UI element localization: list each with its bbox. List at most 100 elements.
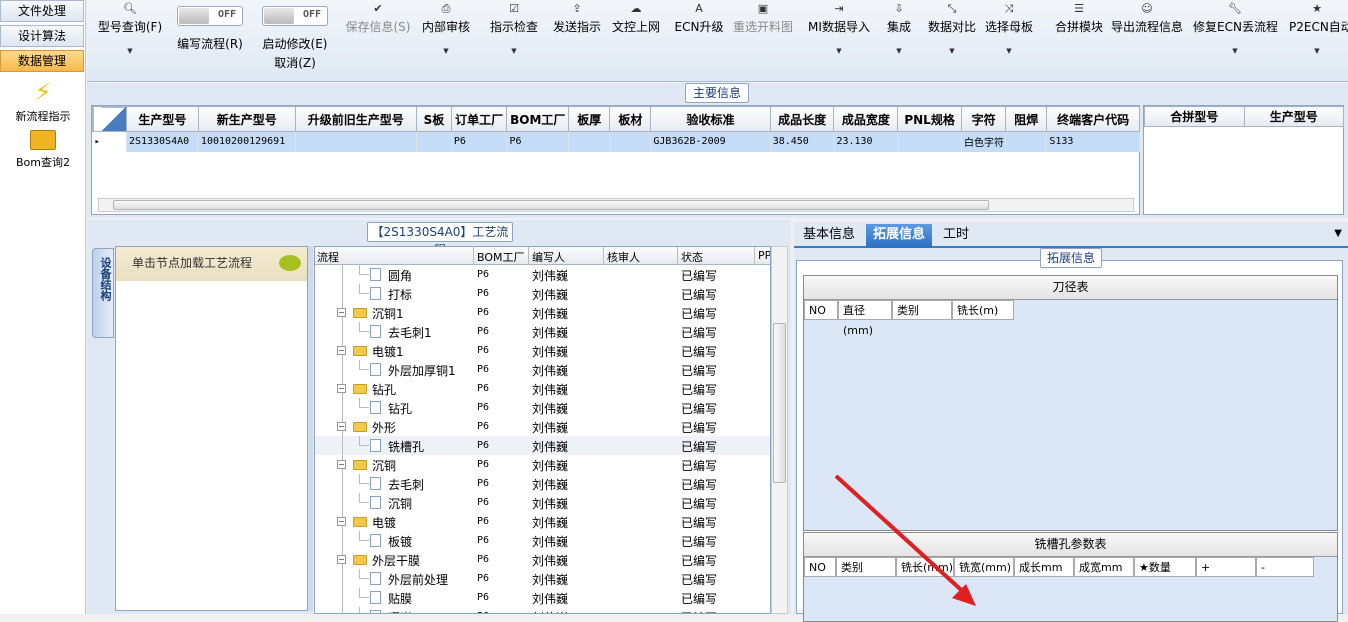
table-cell[interactable]: [568, 131, 611, 152]
toolbar-btn-star[interactable]: ★ P2ECN自动 ▼: [1289, 0, 1348, 82]
tree-row[interactable]: 外层加厚铜1 P6 刘伟巍 已编写: [315, 360, 770, 379]
column-header[interactable]: 板厚: [568, 106, 611, 132]
toolbar-btn-search[interactable]: 🔍︎ 型号查询(F) ▼: [91, 0, 169, 82]
table-cell[interactable]: [609, 131, 652, 152]
toolbar-btn-font[interactable]: A ECN升级: [673, 0, 725, 82]
toolbar-btn-picture[interactable]: ▣ 重选开料图: [729, 0, 797, 82]
horizontal-scroll-thumb[interactable]: [113, 200, 989, 210]
tree-row[interactable]: 外层前处理 P6 刘伟巍 已编写: [315, 569, 770, 588]
dropdown-arrow-icon[interactable]: ▼: [805, 47, 873, 55]
toolbar-btn-list[interactable]: ☰ 合拼模块: [1049, 0, 1109, 82]
column-header[interactable]: 合拼型号: [1144, 106, 1245, 127]
tree-row[interactable]: − 电镀1 P6 刘伟巍 已编写: [315, 341, 770, 360]
corner-cell[interactable]: [92, 106, 127, 132]
dropdown-arrow-icon[interactable]: ▼: [485, 47, 543, 55]
dropdown-arrow-icon[interactable]: ▼: [923, 47, 981, 55]
tab-0[interactable]: 基本信息: [796, 224, 862, 248]
vertical-scroll-thumb[interactable]: [773, 323, 786, 483]
table-cell[interactable]: GJB362B-2009: [650, 131, 771, 152]
table-cell[interactable]: 2S1330S4A0: [126, 131, 199, 152]
table-cell[interactable]: [416, 131, 452, 152]
tree-row[interactable]: − 沉铜1 P6 刘伟巍 已编写: [315, 303, 770, 322]
horizontal-scrollbar[interactable]: [98, 198, 1134, 212]
tree-column-header[interactable]: 流程: [317, 249, 339, 265]
toggle-write-switch[interactable]: OFF: [177, 6, 243, 26]
column-header[interactable]: 订单工厂: [450, 106, 508, 132]
tree-row[interactable]: 板镀 P6 刘伟巍 已编写: [315, 531, 770, 550]
toolbar-btn-upload[interactable]: ⇪ 发送指示: [549, 0, 605, 82]
slot-column-header[interactable]: 成长mm: [1014, 557, 1074, 577]
column-header[interactable]: 新生产型号: [197, 106, 296, 132]
column-header[interactable]: 板材: [609, 106, 652, 132]
device-structure-tab[interactable]: 设备结构: [92, 248, 114, 338]
column-header[interactable]: 字符: [960, 106, 1007, 132]
table-cell[interactable]: [1005, 131, 1048, 152]
tree-column-header[interactable]: BOM工厂: [477, 249, 525, 265]
tree-column-header[interactable]: 核审人: [607, 249, 640, 265]
nav-1[interactable]: 设计算法: [0, 25, 84, 47]
tree-row[interactable]: 铣槽孔 P6 刘伟巍 已编写: [315, 436, 770, 455]
tree-row[interactable]: 曝光P6刘伟巍已编写: [315, 607, 770, 613]
tool-column-header[interactable]: 铣长(m): [952, 300, 1014, 320]
dropdown-arrow-icon[interactable]: ▼: [421, 47, 471, 55]
tool-column-header[interactable]: NO: [804, 300, 838, 320]
dropdown-arrow-icon[interactable]: ▼: [877, 47, 921, 55]
column-header[interactable]: S板: [415, 106, 452, 132]
tree-row[interactable]: 去毛刺 P6 刘伟巍 已编写: [315, 474, 770, 493]
tree-row[interactable]: − 钻孔 P6 刘伟巍 已编写: [315, 379, 770, 398]
column-header[interactable]: 生产型号: [1243, 106, 1344, 127]
table-cell[interactable]: P6: [451, 131, 508, 152]
tree-row[interactable]: − 外形 P6 刘伟巍 已编写: [315, 417, 770, 436]
tree-column-header[interactable]: 编写人: [532, 249, 565, 265]
tree-column-header[interactable]: 状态: [681, 249, 703, 265]
collapse-icon[interactable]: −: [337, 555, 346, 564]
toolbar-btn-printer[interactable]: ⎙ 内部审核 ▼: [421, 0, 471, 82]
tree-row[interactable]: − 沉铜 P6 刘伟巍 已编写: [315, 455, 770, 474]
nav-shortcut-0[interactable]: ⚡ 新流程指示: [0, 78, 86, 124]
table-cell[interactable]: [897, 131, 962, 152]
toolbar-btn-download[interactable]: ⇩ 集成 ▼: [877, 0, 921, 82]
slot-column-header[interactable]: -: [1256, 557, 1314, 577]
tree-row[interactable]: − 外层干膜 P6 刘伟巍 已编写: [315, 550, 770, 569]
tabs-dropdown-icon[interactable]: ▼: [1334, 228, 1342, 239]
collapse-icon[interactable]: −: [337, 384, 346, 393]
toolbar-btn-cloud-upload[interactable]: ☁ 文控上网: [607, 0, 665, 82]
collapse-icon[interactable]: −: [337, 460, 346, 469]
column-header[interactable]: 升级前旧生产型号: [294, 106, 417, 132]
collapse-icon[interactable]: −: [337, 308, 346, 317]
toolbar-btn-check[interactable]: ✔ 保存信息(S): [341, 0, 415, 82]
toolbar-btn-checkbox[interactable]: ☑ 指示检查 ▼: [485, 0, 543, 82]
slot-column-header[interactable]: +: [1196, 557, 1256, 577]
slot-column-header[interactable]: NO: [804, 557, 836, 577]
pane-splitter[interactable]: [308, 246, 313, 611]
dropdown-arrow-icon[interactable]: ▼: [981, 47, 1037, 55]
slot-column-header[interactable]: 铣宽(mm): [954, 557, 1014, 577]
toolbar-btn-smile[interactable]: ☺ 导出流程信息: [1107, 0, 1187, 82]
table-cell[interactable]: 38.450: [770, 131, 835, 152]
slot-column-header[interactable]: 成宽mm: [1074, 557, 1134, 577]
nav-2[interactable]: 数据管理: [0, 50, 84, 72]
tree-row[interactable]: 圆角 P6 刘伟巍 已编写: [315, 265, 770, 284]
tree-row[interactable]: 去毛刺1 P6 刘伟巍 已编写: [315, 322, 770, 341]
tree-row[interactable]: − 电镀 P6 刘伟巍 已编写: [315, 512, 770, 531]
collapse-icon[interactable]: −: [337, 517, 346, 526]
toolbar-btn-import[interactable]: ⇥ MI数据导入 ▼: [805, 0, 873, 82]
column-header[interactable]: 生产型号: [125, 106, 199, 132]
slot-column-header[interactable]: ★数量: [1134, 557, 1196, 577]
dropdown-arrow-icon[interactable]: ▼: [1193, 47, 1277, 55]
table-cell[interactable]: 10010200129691: [198, 131, 296, 152]
table-cell[interactable]: P6: [506, 131, 570, 152]
toolbar-btn-shuffle[interactable]: ⤨ 选择母板 ▼: [981, 0, 1037, 82]
column-header[interactable]: 阻焊: [1005, 106, 1048, 132]
tree-row[interactable]: 贴膜 P6 刘伟巍 已编写: [315, 588, 770, 607]
column-header[interactable]: BOM工厂: [506, 106, 570, 132]
tree-column-header[interactable]: PP(: [758, 249, 770, 262]
tree-row[interactable]: 钻孔 P6 刘伟巍 已编写: [315, 398, 770, 417]
tool-column-header[interactable]: 类别: [892, 300, 952, 320]
slot-column-header[interactable]: 类别: [836, 557, 896, 577]
dropdown-arrow-icon[interactable]: ▼: [91, 47, 169, 55]
table-cell[interactable]: 23.130: [833, 131, 899, 152]
toggle-modify-switch[interactable]: OFF: [262, 6, 328, 26]
collapse-icon[interactable]: −: [337, 422, 346, 431]
table-cell[interactable]: [295, 131, 417, 152]
